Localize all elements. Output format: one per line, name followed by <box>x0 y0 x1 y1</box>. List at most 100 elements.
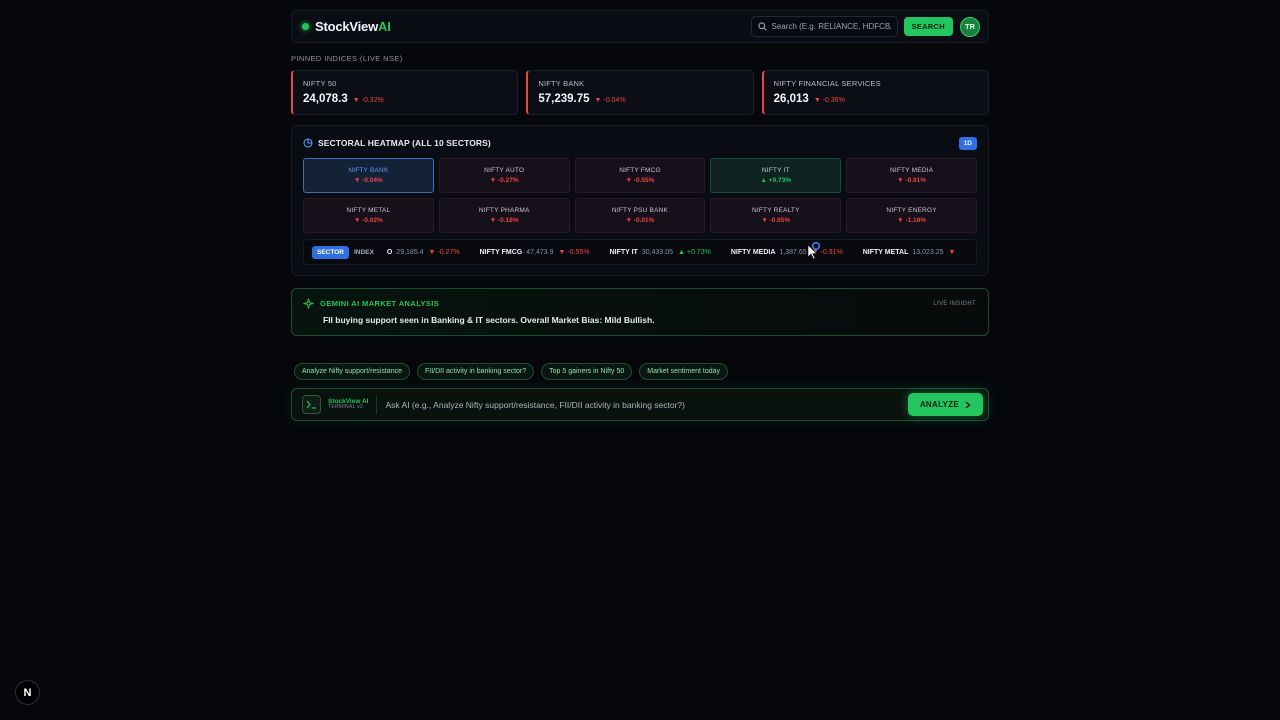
nextjs-dev-badge[interactable]: N <box>15 680 40 705</box>
ticker-value: 30,433.05 <box>641 248 673 256</box>
sector-change: ▲ +0.73% <box>760 177 792 184</box>
ticker-name: NIFTY METAL <box>862 248 909 256</box>
sector-name: NIFTY ENERGY <box>886 207 937 214</box>
sector-name: NIFTY BANK <box>348 167 389 174</box>
pinned-indices: NIFTY 50 24,078.3 ▼ -0.32% NIFTY BANK 57,… <box>291 70 989 115</box>
sector-change: ▼ -0.27% <box>489 177 519 184</box>
sector-change: ▼ -1.18% <box>897 217 927 224</box>
sparkle-icon <box>303 298 314 309</box>
suggestion-chips: Analyze Nifty support/resistance FII/DII… <box>291 363 989 380</box>
pinned-card-nifty-financial-services[interactable]: NIFTY FINANCIAL SERVICES 26,013 ▼ -0.36% <box>761 70 989 115</box>
pinned-card-name: NIFTY FINANCIAL SERVICES <box>773 79 881 88</box>
timeframe-badge[interactable]: 1D <box>958 136 977 150</box>
mouse-cursor-icon <box>807 242 821 260</box>
pie-chart-icon <box>303 138 313 148</box>
terminal-brand: StockView AI TERMINAL v2 <box>328 398 368 411</box>
pinned-card-change: ▼ -0.32% <box>352 97 384 104</box>
ticker-item[interactable]: NIFTY METAL 13,023.25 ▼ <box>863 249 956 256</box>
ask-ai-input[interactable] <box>385 399 908 410</box>
sector-name: NIFTY MEDIA <box>889 167 934 174</box>
analyze-button[interactable]: ANALYZE <box>907 393 983 416</box>
sector-tile-nifty-bank[interactable]: NIFTY BANK ▼ -0.04% <box>303 158 434 193</box>
top-header: StockViewAI SEARCH TR <box>291 10 989 43</box>
ticker-item[interactable]: NIFTY IT 30,433.05 ▲ +0.73% <box>610 249 711 256</box>
sector-tile-nifty-pharma[interactable]: NIFTY PHARMA ▼ -0.18% <box>438 198 570 233</box>
ai-terminal-bar: StockView AI TERMINAL v2 ANALYZE <box>291 388 989 421</box>
ticker-value: 47,473.9 <box>526 248 554 256</box>
analysis-title: GEMINI AI MARKET ANALYSIS <box>320 299 440 308</box>
pinned-card-value: 24,078.3 <box>303 93 348 105</box>
live-insight-label: LIVE INSIGHT <box>933 301 976 307</box>
sectoral-heatmap-panel: SECTORAL HEATMAP (ALL 10 SECTORS) 1D NIF… <box>291 125 989 276</box>
app-container: StockViewAI SEARCH TR PINNED INDICES (LI… <box>291 10 989 421</box>
chevron-right-icon <box>965 400 971 409</box>
user-avatar[interactable]: TR <box>960 16 980 37</box>
live-status-dot <box>302 23 309 30</box>
sector-change: ▼ -0.18% <box>489 217 519 224</box>
ticker-name: NIFTY FMCG <box>479 248 523 256</box>
ai-market-analysis-card: GEMINI AI MARKET ANALYSIS LIVE INSIGHT F… <box>291 288 989 336</box>
heatmap-title: SECTORAL HEATMAP (ALL 10 SECTORS) <box>318 138 491 148</box>
sector-name: NIFTY PHARMA <box>478 207 530 214</box>
sector-name: NIFTY PSU BANK <box>611 207 669 214</box>
brand-name: StockView <box>315 19 378 34</box>
sector-change: ▼ -0.91% <box>897 177 927 184</box>
pinned-card-name: NIFTY BANK <box>538 79 585 88</box>
sector-tile-nifty-realty[interactable]: NIFTY REALTY ▼ -0.05% <box>710 198 842 233</box>
terminal-icon <box>302 395 321 414</box>
ticker-item[interactable]: NIFTY MEDIA 1,387.65 ▼ -0.91% <box>731 249 843 256</box>
ticker-value: 29,185.4 <box>396 248 424 256</box>
pinned-card-change: ▼ -0.04% <box>594 97 626 104</box>
sector-name: NIFTY AUTO <box>484 167 525 174</box>
sector-tile-nifty-media[interactable]: NIFTY MEDIA ▼ -0.91% <box>846 158 977 193</box>
sector-change: ▼ -0.02% <box>353 217 383 224</box>
search-box[interactable] <box>750 16 898 37</box>
analyze-button-label: ANALYZE <box>919 400 959 409</box>
sector-tile-nifty-psu-bank[interactable]: NIFTY PSU BANK ▼ -0.01% <box>574 198 706 233</box>
sector-tile-nifty-it[interactable]: NIFTY IT ▲ +0.73% <box>710 158 842 193</box>
scrolling-ticker: O 29,185.4 ▼ -0.27% NIFTY FMCG 47,473.9 ▼ -0… <box>387 249 976 256</box>
terminal-version: TERMINAL v2 <box>328 404 364 411</box>
ticker-value: 1,387.65 <box>779 248 807 256</box>
ticker-name: NIFTY IT <box>609 248 638 256</box>
brand-logo[interactable]: StockViewAI <box>315 19 391 34</box>
search-icon <box>757 22 767 31</box>
ticker-change: ▼ -0.55% <box>558 248 590 256</box>
toggle-sector[interactable]: SECTOR <box>312 245 349 259</box>
sector-name: NIFTY METAL <box>346 207 391 214</box>
heatmap-grid: NIFTY BANK ▼ -0.04% NIFTY AUTO ▼ -0.27% NI… <box>303 158 977 233</box>
pinned-section-label: PINNED INDICES (LIVE NSE) <box>291 54 403 63</box>
sector-tile-nifty-auto[interactable]: NIFTY AUTO ▼ -0.27% <box>438 158 570 193</box>
ticker-name: O <box>386 248 393 256</box>
ticker-change: ▼ -0.27% <box>428 248 460 256</box>
chip-fii-dii-activity[interactable]: FII/DII activity in banking sector? <box>417 363 535 380</box>
brand-accent: AI <box>378 19 391 34</box>
sector-name: NIFTY REALTY <box>751 207 800 214</box>
pinned-card-value: 26,013 <box>773 93 809 105</box>
sector-change: ▼ -0.55% <box>625 177 655 184</box>
chip-market-sentiment[interactable]: Market sentiment today <box>639 363 729 380</box>
search-button[interactable]: SEARCH <box>903 17 953 36</box>
toggle-index[interactable]: INDEX <box>349 246 379 259</box>
pinned-card-value: 57,239.75 <box>538 93 590 105</box>
sector-tile-nifty-fmcg[interactable]: NIFTY FMCG ▼ -0.55% <box>574 158 706 193</box>
sector-change: ▼ -0.05% <box>761 217 791 224</box>
search-input[interactable] <box>771 22 891 31</box>
sector-tile-nifty-metal[interactable]: NIFTY METAL ▼ -0.02% <box>303 198 434 233</box>
terminal-divider <box>376 395 378 414</box>
sector-change: ▼ -0.01% <box>625 217 655 224</box>
ticker-mode-toggle: SECTOR INDEX <box>312 245 379 259</box>
ticker-change: ▼ <box>948 248 956 256</box>
chip-top-gainers[interactable]: Top 5 gainers in Nifty 50 <box>541 363 633 380</box>
ticker-item[interactable]: O 29,185.4 ▼ -0.27% <box>387 249 460 256</box>
ticker-change: ▲ +0.73% <box>678 248 711 256</box>
ticker-item[interactable]: NIFTY FMCG 47,473.9 ▼ -0.55% <box>480 249 590 256</box>
sector-tile-nifty-energy[interactable]: NIFTY ENERGY ▼ -1.18% <box>846 198 977 233</box>
analysis-text: FII buying support seen in Banking & IT … <box>323 315 655 325</box>
pinned-card-nifty-50[interactable]: NIFTY 50 24,078.3 ▼ -0.32% <box>291 70 519 115</box>
pinned-card-nifty-bank[interactable]: NIFTY BANK 57,239.75 ▼ -0.04% <box>526 70 754 115</box>
sector-name: NIFTY FMCG <box>619 167 661 174</box>
pinned-card-change: ▼ -0.36% <box>813 97 845 104</box>
sector-name: NIFTY IT <box>761 167 790 174</box>
chip-support-resistance[interactable]: Analyze Nifty support/resistance <box>294 363 410 380</box>
